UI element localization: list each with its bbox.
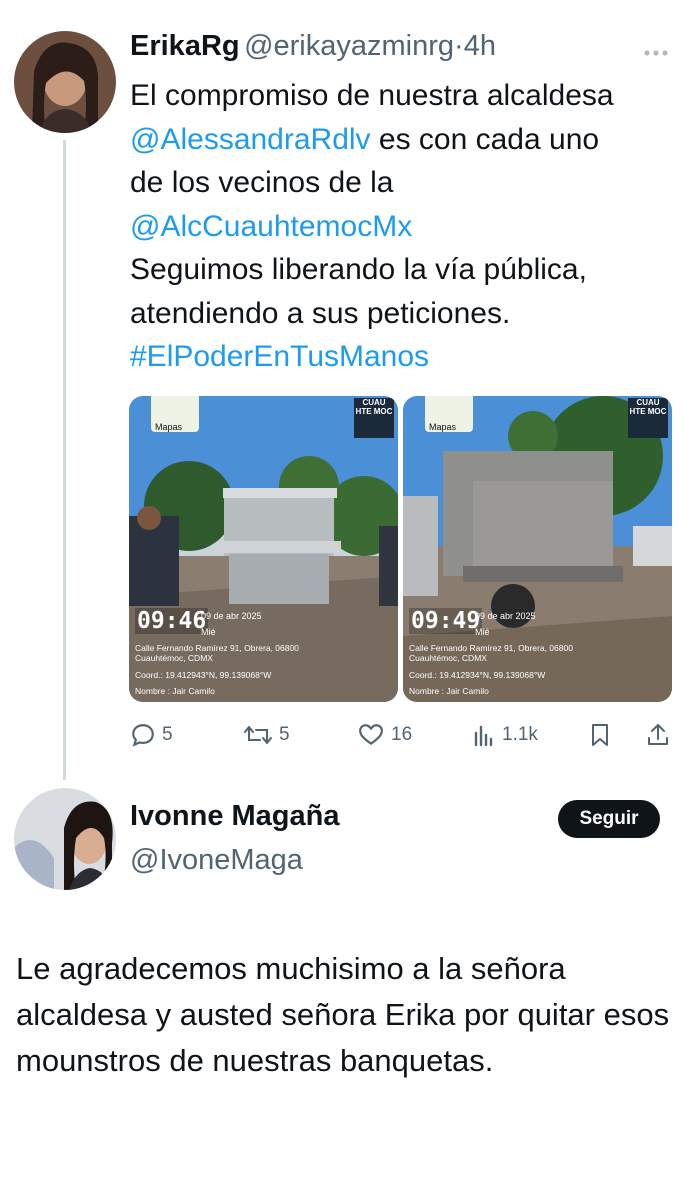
photo-day: Mié xyxy=(475,627,490,637)
tweet-time[interactable]: 4h xyxy=(464,30,496,62)
like-action[interactable]: 16 xyxy=(357,722,412,748)
mention-alessandra[interactable]: @AlessandraRdlv xyxy=(130,123,371,156)
photo-coords: Coord.: 19.412943°N, 99.139068°W xyxy=(135,670,272,680)
tweet-text-fragment: es con cada uno xyxy=(370,122,600,156)
tweet-text-line: @AlessandraRdlv es con cada uno xyxy=(130,118,670,162)
views-icon xyxy=(474,725,493,747)
mention-alccuauhtemoc[interactable]: @AlcCuauhtemocMx xyxy=(130,205,670,249)
photo-address: Calle Fernando Ramírez 91, Obrera, 06800… xyxy=(135,643,299,663)
thread-line xyxy=(63,140,66,780)
views-action[interactable]: 1.1k xyxy=(472,722,538,748)
tweet-header: ErikaRg @erikayazminrg·4h xyxy=(130,30,496,63)
tweet-text-line: de los vecinos de la xyxy=(130,166,394,199)
tweet-author-name[interactable]: ErikaRg xyxy=(130,30,240,62)
tweet-photo-2[interactable]: Mapas CUAU HTE MOC 09:49 09 de abr 2025 … xyxy=(403,396,672,702)
tweet-text-line: El compromiso de nuestra alcaldesa xyxy=(130,79,614,112)
maps-label: Mapas xyxy=(155,422,183,432)
reply-action[interactable]: 5 xyxy=(130,722,173,748)
reply-author-name[interactable]: Ivonne Magaña xyxy=(130,800,340,833)
photo-timestamp: 09:49 xyxy=(409,608,483,634)
photo-date: 09 de abr 2025 xyxy=(475,611,536,621)
tweet-text-line: atendiendo a sus peticiones. xyxy=(130,296,511,330)
bookmark-icon xyxy=(592,724,608,746)
photo-address: Calle Fernando Ramírez 91, Obrera, 06800… xyxy=(409,643,573,663)
erika-avatar[interactable] xyxy=(14,31,116,133)
photo-day: Mié xyxy=(201,627,216,637)
maps-badge: Mapas xyxy=(151,396,199,432)
tweet-text-line: Seguimos liberando la vía pública, xyxy=(130,253,587,286)
more-options-icon[interactable] xyxy=(644,44,668,62)
maps-badge: Mapas xyxy=(425,396,473,432)
photo-name: Nombre : Jair Camilo xyxy=(409,686,489,696)
reply-text: Le agradecemos muchisimo a la señora alc… xyxy=(16,951,670,1078)
maps-label: Mapas xyxy=(429,422,457,432)
share-action[interactable] xyxy=(646,722,670,748)
follow-button[interactable]: Seguir xyxy=(558,800,660,838)
like-count: 16 xyxy=(391,724,413,745)
reply-count: 5 xyxy=(162,724,173,745)
tweet-author-handle[interactable]: @erikayazminrg xyxy=(244,30,454,62)
photo-coords: Coord.: 19.412934°N, 99.139068°W xyxy=(409,670,546,680)
reply-icon xyxy=(132,724,154,747)
retweet-count: 5 xyxy=(279,724,290,745)
tweet-photo-1[interactable]: Mapas CUAU HTE MOC 09:46 09 de abr 2025 … xyxy=(129,396,398,702)
share-icon xyxy=(648,724,668,745)
cuauhtemoc-logo: CUAU HTE MOC xyxy=(354,398,394,438)
views-count: 1.1k xyxy=(502,724,538,745)
photo-date: 09 de abr 2025 xyxy=(201,611,262,621)
bookmark-action[interactable] xyxy=(588,722,612,748)
photo-name: Nombre : Jair Camilo xyxy=(135,686,215,696)
cuauhtemoc-logo: CUAU HTE MOC xyxy=(628,398,668,438)
retweet-action[interactable]: 5 xyxy=(243,722,290,748)
retweet-icon xyxy=(244,726,272,744)
reply-author-handle[interactable]: @IvoneMaga xyxy=(130,844,303,877)
separator-dot: · xyxy=(454,30,464,62)
photo-timestamp: 09:46 xyxy=(135,608,209,634)
heart-icon xyxy=(359,724,383,745)
hashtag-elpoderentusmanos[interactable]: #ElPoderEnTusManos xyxy=(130,335,670,379)
tweet-text: El compromiso de nuestra alcaldesa @Ales… xyxy=(130,74,670,379)
ivonne-avatar[interactable] xyxy=(14,788,116,890)
